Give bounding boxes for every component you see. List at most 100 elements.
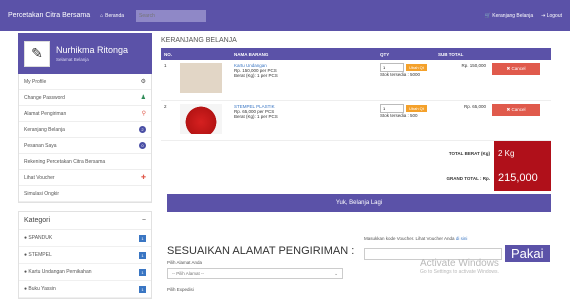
category-badge: 1 xyxy=(139,234,146,242)
col-action xyxy=(489,48,551,60)
qty-input[interactable] xyxy=(380,63,404,72)
menu-item-ongkir[interactable]: Simulasi Ongkir xyxy=(19,186,151,202)
logout-label: Logout xyxy=(546,12,562,19)
location-icon: ⚲ xyxy=(141,111,146,117)
update-qty-button[interactable]: Ubah Qt xyxy=(406,64,427,71)
home-icon: ⌂ xyxy=(100,12,104,19)
product-image-cell xyxy=(177,100,231,141)
menu-label: Simulasi Ongkir xyxy=(24,190,60,197)
menu-item-alamat[interactable]: Alamat Pengiriman ⚲ xyxy=(19,106,151,122)
menu-label: Alamat Pengiriman xyxy=(24,110,67,117)
bullet-icon: ● xyxy=(24,235,28,241)
cancel-button[interactable]: ✖ Cancel xyxy=(492,103,540,116)
category-title: Kategori xyxy=(24,217,51,224)
menu-label: Change Password xyxy=(24,94,65,101)
pakai-button[interactable]: Pakai xyxy=(505,245,550,262)
user-subtitle: Selamat Belanja xyxy=(56,57,89,62)
grand-total-value: 215,000 xyxy=(494,165,551,191)
shipping-title: SESUAIKAN ALAMAT PENGIRIMAN : xyxy=(167,245,355,257)
col-name: NAMA BARANG xyxy=(231,48,377,60)
category-item-stempel[interactable]: ● STEMPEL 1 xyxy=(19,247,151,264)
voucher-label: Masukkan kode Voucher. Lihat Voucher And… xyxy=(364,236,554,241)
chevron-down-icon: ⌄ xyxy=(334,270,338,276)
update-qty-button[interactable]: Ubah Qt xyxy=(406,104,427,112)
category-item-spanduk[interactable]: ● SPANDUK 1 xyxy=(19,230,151,247)
watermark-subtitle: Go to Settings to activate Windows. xyxy=(420,269,499,275)
shipping-section: SESUAIKAN ALAMAT PENGIRIMAN : Pilih Alam… xyxy=(167,233,355,292)
row-no: 1 xyxy=(161,60,177,101)
menu-item-keranjang[interactable]: Keranjang Belanja 2 xyxy=(19,122,151,138)
address-label: Pilih Alamat Anda xyxy=(167,260,203,265)
grand-total-row: GRAND TOTAL : Rp. 215,000 xyxy=(161,165,551,191)
address-select[interactable]: -- Pilih Alamat -- ⌄ xyxy=(167,268,343,279)
avatar: ✎ xyxy=(24,40,50,67)
voucher-link[interactable]: di sini xyxy=(456,236,468,241)
table-header: NO. NAMA BARANG QTY SUB TOTAL xyxy=(161,48,551,60)
sidebar: ✎ Nurhikma Ritonga Selamat Belanja My Pr… xyxy=(18,33,152,299)
watermark-title: Activate Windows xyxy=(420,258,499,269)
category-badge: 1 xyxy=(139,285,146,293)
row-no: 2 xyxy=(161,100,177,141)
category-label: STEMPEL xyxy=(28,252,52,258)
menu-item-voucher[interactable]: Lihat Voucher ✚ xyxy=(19,170,151,186)
qty-input[interactable] xyxy=(380,103,404,113)
logout-link[interactable]: ⇥ Logout xyxy=(541,13,562,19)
user-name: Nurhikma Ritonga xyxy=(56,45,129,55)
col-image xyxy=(177,48,231,60)
brand-title[interactable]: Percetakan Citra Bersama xyxy=(8,12,90,19)
product-image xyxy=(180,63,222,93)
table-row: 2 STEMPEL PLASTIK Rp. 65,000 per PCS Ber… xyxy=(161,100,551,141)
home-link[interactable]: ⌂ Beranda xyxy=(100,13,124,19)
category-label: Kartu Undangan Pernikahan xyxy=(28,269,92,275)
category-item-kartu-undangan[interactable]: ● Kartu Undangan Pernikahan 1 xyxy=(19,264,151,281)
row-subtotal: Rp. 150,000 xyxy=(435,60,489,101)
account-menu: My Profile ⚙ Change Password ♟ Alamat Peng… xyxy=(18,74,152,203)
menu-item-change-password[interactable]: Change Password ♟ xyxy=(19,90,151,106)
category-label: SPANDUK xyxy=(28,235,53,241)
cart-link[interactable]: 🛒 Keranjang Belanja xyxy=(485,13,534,19)
count-badge: 0 xyxy=(139,142,146,149)
category-header: Kategori − xyxy=(19,212,151,230)
product-image-cell xyxy=(177,60,231,101)
stock-text: Stok tersedia : 500 xyxy=(380,112,418,118)
voucher-label-text: Masukkan kode Voucher. Lihat Voucher And… xyxy=(364,236,455,241)
action-cell: ✖ Cancel xyxy=(489,100,551,141)
menu-label: Lihat Voucher xyxy=(24,174,55,181)
cart-icon: 🛒 xyxy=(484,12,491,19)
qty-cell: Ubah Qt Stok tersedia : 500 xyxy=(377,100,435,141)
tag-icon: ✚ xyxy=(140,175,146,181)
windows-watermark: Activate Windows Go to Settings to activ… xyxy=(420,258,499,275)
category-badge: 1 xyxy=(139,251,146,259)
category-label: Buku Yassin xyxy=(28,286,56,292)
category-item-buku-yassin[interactable]: ● Buku Yassin 1 xyxy=(19,281,151,298)
col-qty: QTY xyxy=(377,48,435,60)
logout-icon: ⇥ xyxy=(541,12,546,19)
product-info: Kartu Undangan Rp. 150,000 per PCS Berat… xyxy=(231,60,377,101)
continue-shopping-button[interactable]: Yuk, Belanja Lagi xyxy=(167,193,551,212)
gear-icon: ⚙ xyxy=(140,79,146,85)
category-badge: 1 xyxy=(139,268,146,276)
search-input[interactable] xyxy=(136,9,207,22)
menu-label: Rekening Percetakan Citra Bersama xyxy=(24,158,106,165)
col-no: NO. xyxy=(161,48,177,60)
product-weight: Berat (Kg): 1 per PCS xyxy=(234,113,278,119)
address-select-value: -- Pilih Alamat -- xyxy=(172,271,205,276)
total-weight-label: TOTAL BERAT (Kg) xyxy=(448,150,490,156)
menu-item-pesanan[interactable]: Pesanan Saya 0 xyxy=(19,138,151,154)
menu-item-my-profile[interactable]: My Profile ⚙ xyxy=(19,74,151,90)
home-label: Beranda xyxy=(105,12,125,19)
collapse-icon[interactable]: − xyxy=(142,217,146,224)
total-weight-row: TOTAL BERAT (Kg) 2 Kg xyxy=(161,140,551,166)
bullet-icon: ● xyxy=(24,286,28,292)
profile-panel: ✎ Nurhikma Ritonga Selamat Belanja xyxy=(18,33,152,74)
count-badge: 2 xyxy=(139,126,146,133)
cancel-button[interactable]: ✖ Cancel xyxy=(492,63,540,75)
action-cell: ✖ Cancel xyxy=(489,60,551,101)
category-panel: Kategori − ● SPANDUK 1 ● STEMPEL 1 ● Kartu … xyxy=(18,211,152,299)
menu-label: Keranjang Belanja xyxy=(24,126,65,133)
grand-total-label: GRAND TOTAL : Rp. xyxy=(446,175,491,181)
product-image xyxy=(180,103,222,134)
row-subtotal: Rp. 65,000 xyxy=(435,100,489,141)
menu-item-rekening[interactable]: Rekening Percetakan Citra Bersama xyxy=(19,154,151,170)
cart-table: NO. NAMA BARANG QTY SUB TOTAL 1 Kartu Un… xyxy=(161,48,551,141)
